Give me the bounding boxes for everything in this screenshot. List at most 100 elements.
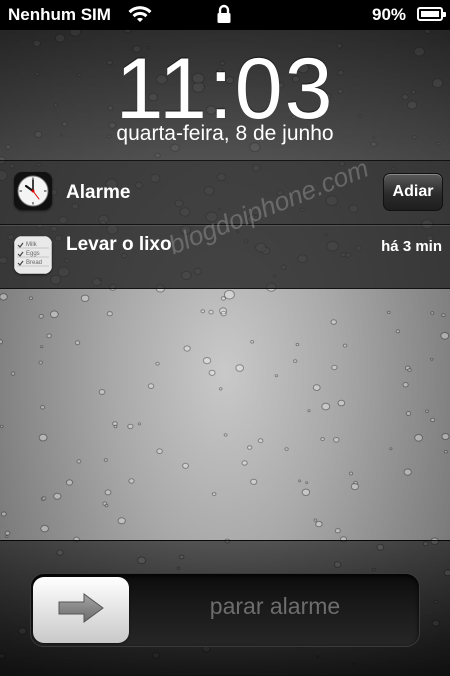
water-drop — [223, 289, 235, 300]
water-drop — [220, 310, 227, 317]
water-drop — [156, 448, 163, 455]
water-drop — [274, 374, 279, 378]
carrier-label: Nenhum SIM — [8, 5, 111, 24]
water-drop — [218, 387, 223, 391]
water-drop — [40, 524, 49, 533]
water-drop — [53, 492, 62, 500]
water-drop — [208, 309, 214, 315]
water-drop — [425, 409, 429, 413]
water-drop — [104, 489, 112, 496]
water-drop — [28, 296, 33, 301]
water-drop — [38, 433, 48, 442]
water-drop — [305, 481, 309, 485]
water-drop — [405, 411, 412, 416]
water-drop — [440, 332, 450, 340]
wifi-icon — [128, 6, 152, 29]
water-drop — [38, 314, 44, 319]
water-drop — [257, 438, 264, 444]
notification-title: Levar o lixo — [66, 234, 172, 255]
water-drop — [430, 417, 436, 423]
water-drop — [211, 492, 217, 497]
water-drop — [414, 434, 424, 442]
water-drop — [313, 518, 318, 522]
water-drop — [241, 460, 248, 466]
water-drop — [321, 402, 331, 411]
water-drop — [117, 517, 126, 525]
water-drop — [0, 424, 4, 429]
status-bar: Nenhum SIM 90% — [0, 0, 450, 30]
water-drop — [200, 309, 206, 314]
water-drop — [10, 371, 16, 376]
notification-time: há 3 min — [381, 238, 442, 255]
water-drop — [403, 468, 412, 476]
water-drop — [147, 383, 155, 389]
water-drop — [40, 345, 44, 349]
water-drop — [137, 422, 142, 426]
water-drop — [98, 389, 106, 395]
snooze-button[interactable]: Adiar — [383, 173, 443, 211]
water-drop — [430, 311, 435, 315]
water-drop — [208, 369, 216, 376]
battery-icon — [417, 7, 446, 21]
water-drop — [0, 339, 3, 345]
water-drop — [312, 384, 321, 392]
water-drop — [38, 360, 43, 365]
water-drop — [330, 319, 337, 325]
water-drop — [41, 496, 47, 501]
water-drop — [106, 311, 113, 317]
water-drop — [46, 333, 52, 339]
water-drop — [315, 520, 323, 528]
water-drop — [49, 310, 59, 319]
slider-label: parar alarme — [209, 593, 341, 619]
slider-knob[interactable] — [33, 577, 129, 643]
lock-screen-date: quarta-feira, 8 de junho — [116, 122, 334, 145]
water-drop — [430, 357, 434, 361]
notification-title: Alarme — [66, 182, 131, 203]
water-drop — [0, 293, 8, 301]
water-drop — [320, 437, 325, 442]
water-drop — [247, 445, 253, 450]
water-drop — [5, 535, 9, 538]
water-drop — [202, 357, 212, 365]
water-drop — [342, 343, 348, 348]
clock-panel: 11:03 quarta-feira, 8 de junho — [0, 30, 450, 161]
reminders-icon: Milk Eggs Bread — [14, 236, 52, 274]
water-drop — [128, 478, 135, 484]
clock-icon — [14, 172, 52, 210]
water-drop — [333, 437, 340, 443]
water-drop — [298, 479, 302, 483]
reminder-item: Bread — [26, 260, 42, 266]
water-drop — [113, 424, 118, 429]
water-drop — [348, 471, 354, 476]
water-drop — [301, 488, 311, 496]
unlock-area: parar alarme — [0, 540, 450, 676]
water-drop — [182, 462, 189, 469]
water-drop — [284, 447, 289, 451]
water-drop — [337, 399, 346, 407]
arrow-right-icon — [58, 592, 104, 628]
water-drop — [235, 364, 244, 372]
water-drop — [295, 342, 300, 347]
water-drop — [4, 530, 11, 536]
water-drop — [395, 329, 401, 334]
water-drop — [389, 447, 393, 451]
water-drop — [307, 409, 311, 413]
battery-level — [421, 11, 439, 17]
reminder-item: Milk — [26, 242, 38, 248]
reminder-item: Eggs — [26, 251, 40, 257]
water-drop — [103, 458, 108, 462]
lock-icon — [216, 4, 232, 29]
water-drop — [407, 368, 412, 372]
water-drop — [350, 482, 359, 491]
water-drop — [250, 478, 258, 485]
battery-percent: 90% — [372, 5, 407, 24]
water-drop — [76, 459, 82, 464]
water-drop — [0, 511, 7, 517]
water-drop — [102, 501, 108, 506]
water-drop — [65, 479, 74, 486]
water-drop — [223, 433, 228, 437]
water-drop — [74, 340, 81, 346]
water-drop — [402, 382, 409, 388]
water-drop — [80, 294, 90, 302]
water-drop — [293, 359, 298, 363]
